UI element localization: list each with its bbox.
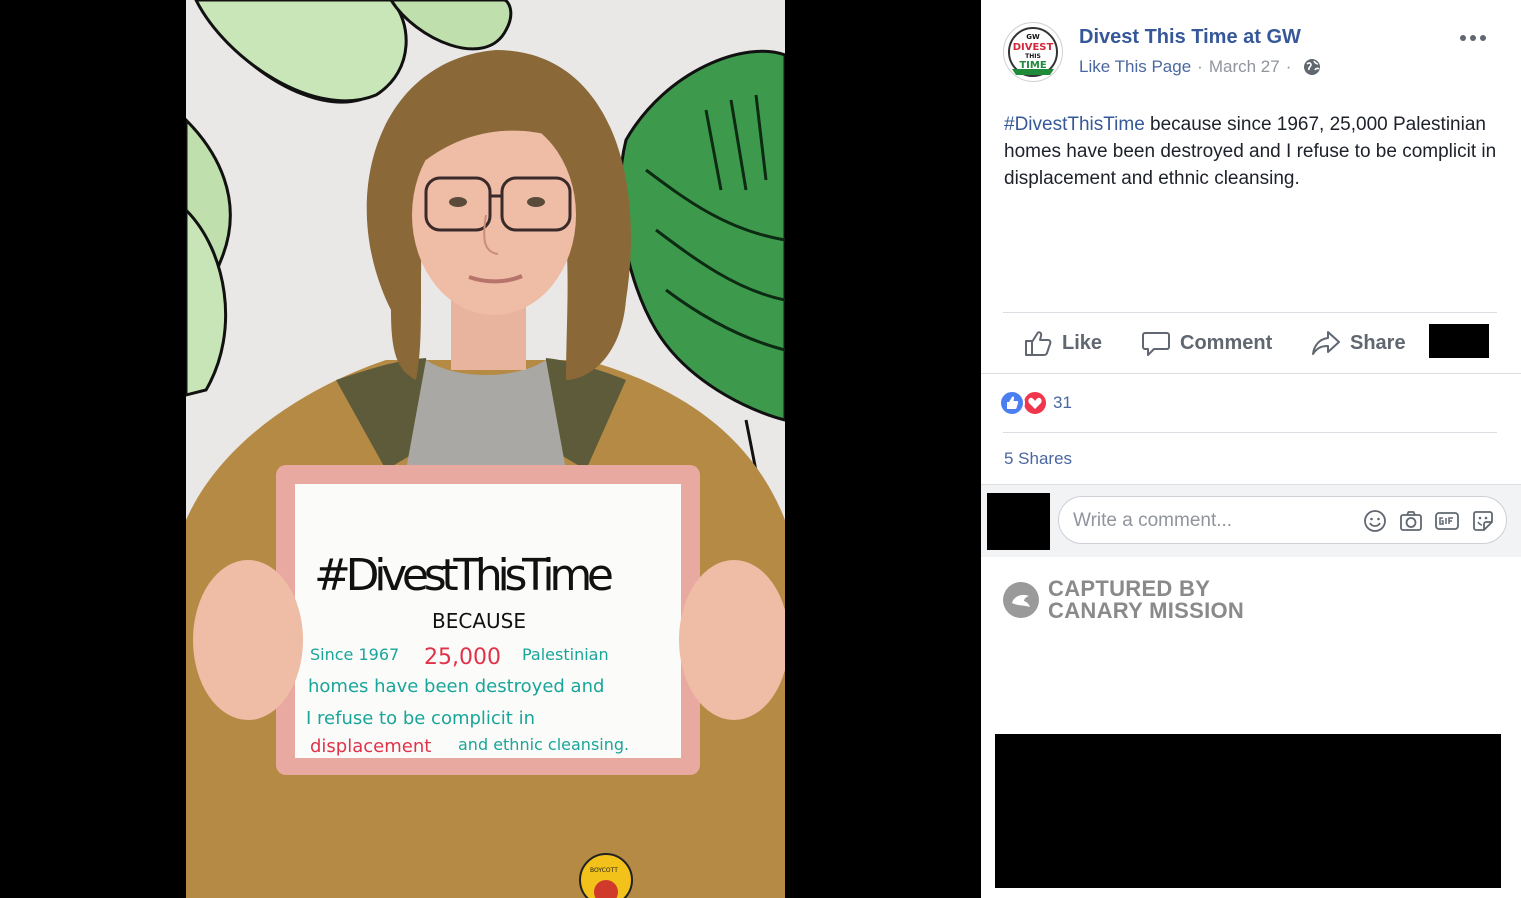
photo-illustration: #DivestThisTime BECAUSE Since 1967 25,00…: [186, 0, 785, 898]
logo-line2: DIVEST: [1013, 42, 1054, 53]
pin-text: BOYCOTT: [590, 867, 618, 874]
sign-line3: I refuse to be complicit in: [306, 708, 535, 729]
comment-box[interactable]: [1058, 496, 1507, 544]
share-button[interactable]: Share: [1311, 326, 1406, 360]
like-label: Like: [1062, 331, 1103, 354]
sign-line1b: 25,000: [424, 645, 501, 670]
thumbs-up-icon: [1025, 331, 1052, 356]
logo-line1: GW: [1026, 33, 1040, 41]
comment-input[interactable]: [1071, 507, 1355, 535]
canary-mission-watermark: CAPTURED BY CANARY MISSION: [1002, 578, 1244, 622]
meta-separator: ·: [1197, 57, 1203, 76]
sign-line4b: and ethnic cleansing.: [458, 735, 629, 754]
page-name-link[interactable]: Divest This Time at GW: [1079, 26, 1301, 49]
sign-line4a: displacement: [310, 736, 431, 757]
divider: [1003, 432, 1497, 433]
redacted-block: [1429, 324, 1489, 358]
post-photo[interactable]: #DivestThisTime BECAUSE Since 1967 25,00…: [186, 0, 785, 898]
comment-composer: [981, 484, 1521, 557]
divider: [1003, 312, 1497, 313]
shares-count-link[interactable]: 5 Shares: [1004, 449, 1072, 469]
emoji-icon[interactable]: [1362, 508, 1388, 534]
divider: [981, 373, 1521, 374]
logo-line4: TIME: [1019, 60, 1046, 71]
camera-icon[interactable]: [1398, 508, 1424, 534]
meta-separator-2: ·: [1285, 57, 1292, 76]
photo-viewer: #DivestThisTime BECAUSE Since 1967 25,00…: [0, 0, 981, 898]
comment-label: Comment: [1180, 331, 1273, 354]
sign-because: BECAUSE: [432, 609, 526, 633]
like-page-link[interactable]: Like This Page: [1079, 57, 1191, 77]
sticker-icon[interactable]: [1470, 508, 1496, 534]
more-options-icon[interactable]: [1453, 24, 1493, 52]
share-label: Share: [1350, 331, 1406, 354]
post-text: #DivestThisTime because since 1967, 25,0…: [1004, 111, 1504, 192]
share-icon: [1312, 331, 1340, 355]
reaction-count: 31: [1053, 393, 1072, 412]
redacted-block-large: [995, 734, 1501, 888]
like-button[interactable]: Like: [1023, 326, 1102, 360]
comment-button[interactable]: Comment: [1141, 326, 1272, 360]
hashtag-link[interactable]: #DivestThisTime: [1004, 114, 1145, 135]
logo-line3: THIS: [1025, 53, 1041, 60]
page-avatar[interactable]: GW DIVEST THIS TIME: [1003, 22, 1063, 82]
action-bar: Like Comment Share: [1003, 320, 1497, 366]
post-date[interactable]: March 27: [1209, 57, 1280, 77]
watermark-line1: CAPTURED BY: [1048, 576, 1211, 601]
reaction-icons: [999, 390, 1047, 416]
gif-icon[interactable]: [1434, 508, 1460, 534]
post-side-panel: GW DIVEST THIS TIME Divest This Time at …: [981, 0, 1521, 898]
reactions-summary[interactable]: 31: [999, 390, 1072, 416]
page-logo-icon: GW DIVEST THIS TIME: [1005, 24, 1061, 80]
redacted-avatar: [987, 493, 1050, 550]
comment-icon: [1142, 332, 1170, 356]
post-meta: Like This Page · March 27 ·: [1079, 57, 1321, 77]
watermark-line2: CANARY MISSION: [1048, 598, 1245, 623]
canary-logo-icon: [1003, 582, 1039, 618]
globe-icon: [1304, 59, 1321, 75]
sign-headline: #DivestThisTime: [314, 550, 614, 601]
sign-line1a: Since 1967: [310, 645, 399, 664]
sign-line1c: Palestinian: [522, 645, 609, 664]
sign-line2: homes have been destroyed and: [308, 676, 604, 697]
